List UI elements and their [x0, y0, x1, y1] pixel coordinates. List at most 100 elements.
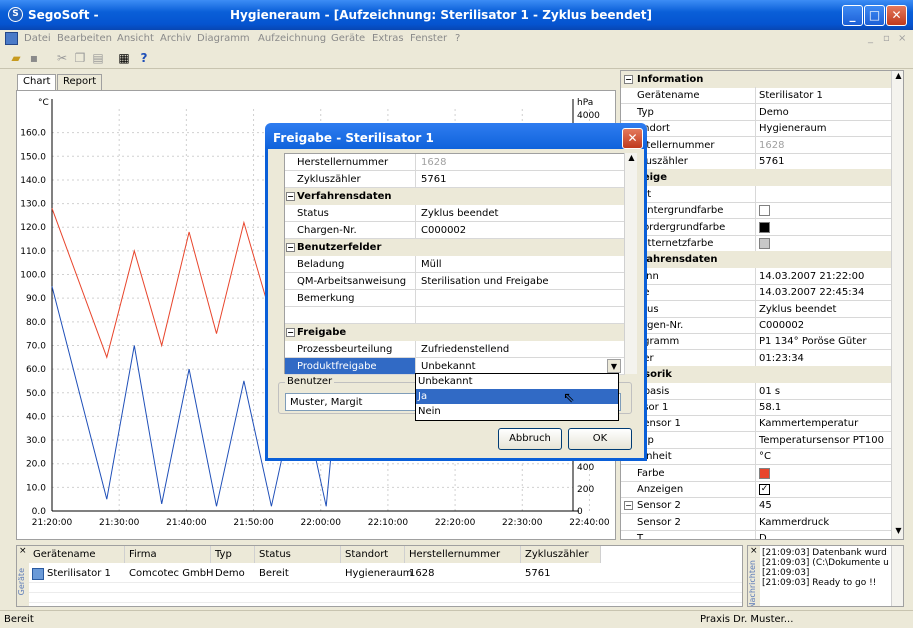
- menu-fenster[interactable]: Fenster: [410, 33, 447, 44]
- collapse-icon[interactable]: −: [286, 328, 295, 337]
- dialog-close-button[interactable]: ✕: [622, 128, 643, 149]
- dialog-row[interactable]: Beladung Müll: [285, 256, 625, 273]
- column-header[interactable]: Zykluszähler: [521, 546, 601, 563]
- menu-extras[interactable]: Extras: [372, 33, 404, 44]
- info-row[interactable]: de14.03.2007 22:45:34: [621, 284, 891, 302]
- menu-datei[interactable]: Datei: [24, 33, 51, 44]
- info-scrollbar[interactable]: ▲ ▼: [891, 71, 903, 539]
- table-cell[interactable]: Comcotec GmbH: [129, 568, 214, 579]
- tab-chart[interactable]: Chart: [17, 74, 57, 90]
- info-category[interactable]: −rfahrensdaten: [621, 251, 891, 269]
- info-category[interactable]: −zeige: [621, 169, 891, 187]
- mdi-restore-icon[interactable]: ▫: [883, 33, 890, 44]
- info-row[interactable]: atus Zyklus beendet: [621, 300, 891, 318]
- collapse-icon[interactable]: −: [286, 192, 295, 201]
- info-row[interactable]: TypTemperatursensor PT100: [621, 431, 891, 449]
- print-icon[interactable]: ▦: [116, 50, 132, 66]
- menu-bearbeiten[interactable]: Bearbeiten: [57, 33, 112, 44]
- dialog-row[interactable]: QM-Arbeitsanweisung Sterilisation und Fre…: [285, 273, 625, 290]
- dialog-scroll-up-icon[interactable]: ▲: [626, 153, 637, 165]
- info-row[interactable]: Farbe: [621, 464, 891, 482]
- info-row[interactable]: TD: [621, 530, 891, 539]
- info-row[interactable]: andort Hygieneraum: [621, 120, 891, 138]
- menu-ansicht[interactable]: Ansicht: [117, 33, 154, 44]
- column-header[interactable]: Typ: [211, 546, 255, 563]
- info-row[interactable]: uer01:23:34: [621, 349, 891, 367]
- minimize-button[interactable]: _: [842, 5, 863, 26]
- chevron-down-icon[interactable]: ▼: [607, 359, 621, 373]
- column-header[interactable]: Gerätename: [29, 546, 125, 563]
- checkbox[interactable]: ✓: [759, 484, 770, 495]
- copy-icon[interactable]: ❐: [72, 50, 88, 66]
- help-icon[interactable]: ?: [136, 50, 152, 66]
- column-header[interactable]: Status: [255, 546, 341, 563]
- dialog-category[interactable]: − Freigabe: [285, 324, 625, 341]
- column-header[interactable]: Standort: [341, 546, 405, 563]
- info-row[interactable]: Anzeigen ✓: [621, 481, 891, 498]
- color-swatch[interactable]: [759, 238, 770, 249]
- dialog-row[interactable]: Bemerkung: [285, 290, 625, 307]
- info-row[interactable]: kluszähler 5761: [621, 153, 891, 170]
- info-row[interactable]: nsor 1 58.1: [621, 399, 891, 416]
- tab-report[interactable]: Report: [57, 74, 103, 90]
- log-close-icon[interactable]: ×: [750, 546, 758, 556]
- info-row[interactable]: Vordergrundfarbe: [621, 218, 891, 236]
- open-folder-icon[interactable]: ▰: [8, 50, 24, 66]
- cancel-button[interactable]: Abbruch: [498, 428, 562, 450]
- dialog-row[interactable]: [285, 307, 625, 324]
- maximize-button[interactable]: □: [864, 5, 885, 26]
- menu-diagramm[interactable]: Diagramm: [197, 33, 250, 44]
- column-header[interactable]: Herstellernummer: [405, 546, 521, 563]
- info-row[interactable]: − Sensor 2 45: [621, 497, 891, 515]
- dialog-grid-scrollbar[interactable]: ▲: [624, 153, 637, 374]
- paste-icon[interactable]: ▤: [90, 50, 106, 66]
- info-row[interactable]: Einheit °C: [621, 448, 891, 466]
- menu-archiv[interactable]: Archiv: [160, 33, 191, 44]
- dropdown-option[interactable]: Nein: [416, 404, 618, 419]
- table-cell[interactable]: Sterilisator 1: [47, 568, 111, 579]
- scroll-up-icon[interactable]: ▲: [893, 71, 903, 83]
- table-cell[interactable]: Hygieneraum: [345, 568, 413, 579]
- info-row[interactable]: Sensor 1 Kammertemperatur: [621, 415, 891, 433]
- mdi-minimize-icon[interactable]: _: [868, 33, 873, 44]
- dialog-row[interactable]: Zykluszähler 5761: [285, 171, 625, 188]
- color-swatch[interactable]: [759, 221, 770, 233]
- dialog-row[interactable]: Chargen-Nr. C000002: [285, 222, 625, 239]
- info-row[interactable]: Gerätename Sterilisator 1: [621, 87, 891, 105]
- dialog-row[interactable]: Status Zyklus beendet: [285, 205, 625, 222]
- log-scrollbar[interactable]: [891, 546, 903, 606]
- info-row[interactable]: itbasis 01 s: [621, 382, 891, 400]
- dropdown-option[interactable]: Unbekannt: [416, 374, 618, 389]
- dialog-row[interactable]: Herstellernummer 1628: [285, 154, 625, 171]
- info-row[interactable]: rstellernummer 1628: [621, 136, 891, 154]
- ok-button[interactable]: OK: [568, 428, 632, 450]
- info-row[interactable]: Gitternetzfarbe: [621, 235, 891, 252]
- mdi-close-icon[interactable]: ×: [898, 33, 906, 44]
- close-button[interactable]: ✕: [886, 5, 907, 26]
- panel-close-icon[interactable]: ×: [19, 546, 27, 556]
- menu-help[interactable]: ?: [455, 33, 460, 44]
- menu-geraete[interactable]: Geräte: [331, 33, 365, 44]
- save-icon[interactable]: ▪: [26, 50, 42, 66]
- color-swatch[interactable]: [759, 205, 770, 217]
- info-category[interactable]: −nsorik: [621, 366, 891, 384]
- dialog-row[interactable]: Prozessbeurteilung Zufriedenstellend: [285, 341, 625, 358]
- collapse-icon[interactable]: −: [624, 75, 633, 84]
- info-row[interactable]: Sensor 2 Kammerdruck: [621, 513, 891, 531]
- dropdown-option[interactable]: Ja: [416, 389, 618, 404]
- info-row[interactable]: Typ Demo: [621, 103, 891, 121]
- info-category[interactable]: − Information: [621, 71, 891, 88]
- info-row[interactable]: ginn 14.03.2007 21:22:00: [621, 267, 891, 285]
- info-row[interactable]: ogramm P1 134° Poröse Güter: [621, 333, 891, 351]
- color-swatch[interactable]: [759, 467, 770, 479]
- menu-aufzeichnung[interactable]: Aufzeichnung: [258, 33, 326, 44]
- dialog-category[interactable]: − Verfahrensdaten: [285, 188, 625, 205]
- info-row[interactable]: art: [621, 185, 891, 203]
- expand-icon[interactable]: −: [624, 501, 633, 511]
- table-cell[interactable]: Bereit: [259, 568, 289, 579]
- table-cell[interactable]: 1628: [409, 568, 434, 579]
- dialog-category[interactable]: − Benutzerfelder: [285, 239, 625, 256]
- cut-icon[interactable]: ✂: [54, 50, 70, 66]
- table-cell[interactable]: 5761: [525, 568, 550, 579]
- column-header[interactable]: Firma: [125, 546, 211, 563]
